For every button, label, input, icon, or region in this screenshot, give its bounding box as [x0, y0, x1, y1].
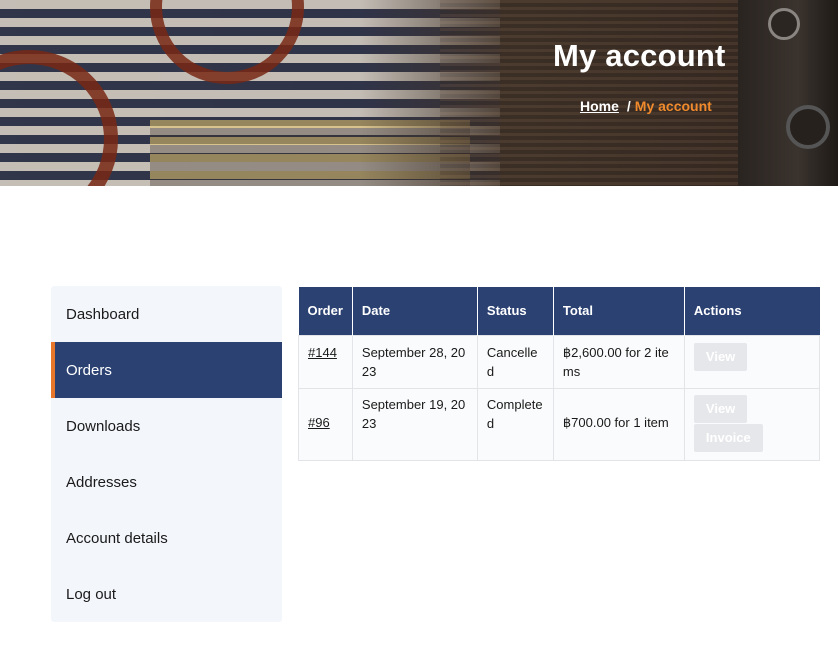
order-number-wrap: #96: [308, 395, 343, 432]
order-number-cell: #144: [298, 334, 353, 389]
breadcrumb: Home / My account: [580, 98, 712, 114]
nav-item-downloads[interactable]: Downloads: [51, 398, 282, 454]
breadcrumb-home-link[interactable]: Home: [580, 98, 619, 114]
column-header-order: Order: [298, 287, 353, 335]
order-total-cell: ฿700.00 for 1 item: [552, 387, 685, 461]
order-total: ฿2,600.00 for 2 items: [552, 334, 685, 389]
table-row: #96 September 19, 2023 Completed ฿700.00…: [298, 387, 821, 461]
column-header-status: Status: [477, 287, 554, 335]
hero-background-camera: [738, 0, 838, 186]
order-date: September 19, 2023: [351, 387, 478, 461]
order-number-cell: #96: [298, 387, 353, 461]
column-header-date: Date: [352, 287, 478, 335]
table-row: #144 September 28, 2023 Cancelled ฿2,600…: [298, 334, 821, 389]
order-total: ฿700.00 for 1 item: [562, 414, 669, 430]
camera-lens: [786, 105, 830, 149]
orders-table: Order Date Status Total Actions #144 Sep…: [298, 287, 821, 461]
page-title: My account: [553, 38, 726, 73]
column-header-actions: Actions: [684, 287, 820, 335]
breadcrumb-separator: /: [626, 98, 631, 114]
nav-item-log-out[interactable]: Log out: [51, 566, 282, 622]
nav-item-dashboard[interactable]: Dashboard: [51, 286, 282, 342]
nav-item-addresses[interactable]: Addresses: [51, 454, 282, 510]
nav-item-account-details[interactable]: Account details: [51, 510, 282, 566]
view-order-button[interactable]: View: [693, 394, 748, 423]
column-header-total: Total: [553, 287, 685, 335]
order-link[interactable]: #144: [308, 345, 337, 360]
order-actions: View Invoice: [683, 387, 821, 461]
table-header-row: Order Date Status Total Actions: [298, 287, 820, 335]
nav-item-orders[interactable]: Orders: [51, 342, 282, 398]
invoice-button[interactable]: Invoice: [693, 423, 763, 452]
breadcrumb-current: My account: [634, 98, 712, 114]
order-status: Completed: [476, 387, 554, 461]
account-navigation: Dashboard Orders Downloads Addresses Acc…: [51, 286, 282, 622]
view-order-button[interactable]: View: [693, 342, 748, 371]
order-date: September 28, 2023: [351, 334, 478, 389]
camera-knob: [768, 8, 800, 40]
order-actions: View: [683, 334, 821, 389]
order-link[interactable]: #96: [308, 415, 330, 430]
order-status: Cancelled: [476, 334, 554, 389]
hero-banner: My account Home / My account: [0, 0, 838, 186]
hero-background-wood: [440, 0, 770, 186]
